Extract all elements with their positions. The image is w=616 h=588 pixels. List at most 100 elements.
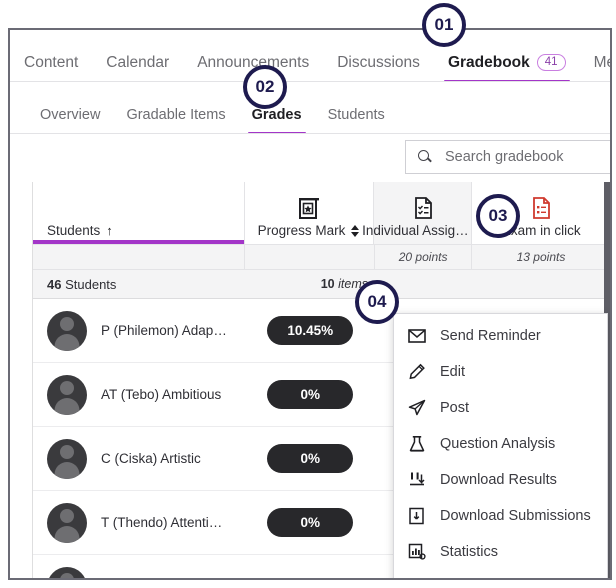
menu-item-send-reminder[interactable]: Send Reminder — [394, 318, 607, 354]
menu-item-label: Download Submissions — [440, 508, 591, 524]
menu-item-edit[interactable]: Edit — [394, 354, 607, 390]
grade-pill: 0% — [267, 508, 354, 537]
menu-item-download-submissions[interactable]: Download Submissions — [394, 498, 607, 534]
student-cell — [33, 555, 245, 578]
column-header-title: Students ↑ — [47, 223, 244, 238]
gradebook-window: Content Calendar Announcements Discussio… — [8, 28, 612, 580]
column-title-label: Individual Assig… — [362, 223, 469, 238]
column-header-progress-mark[interactable]: Progress Mark — [244, 182, 375, 244]
flask-icon — [408, 435, 426, 453]
pencil-icon — [408, 363, 426, 381]
grade-pill: 0% — [267, 380, 354, 409]
column-title-label: Students — [47, 223, 101, 238]
bookmark-star-icon — [298, 195, 320, 221]
step-badge-01: 01 — [422, 3, 466, 47]
avatar — [47, 374, 87, 415]
menu-item-question-analysis[interactable]: Question Analysis — [394, 426, 607, 462]
progress-mark-cell[interactable]: 0% — [245, 491, 375, 554]
nav-item-label: Content — [24, 54, 79, 71]
nav-item-label: Calendar — [106, 54, 170, 71]
nav-item-calendar[interactable]: Calendar — [106, 54, 169, 82]
points-cell-students — [33, 245, 246, 269]
search-input[interactable] — [443, 148, 610, 166]
column-header-students[interactable]: Students ↑ — [33, 182, 245, 244]
tab-label: Gradable Items — [126, 107, 226, 123]
points-cell-exam: 13 points — [516, 250, 566, 264]
menu-item-statistics[interactable]: Statistics — [394, 534, 607, 570]
nav-item-gradebook[interactable]: Gradebook 41 — [443, 54, 570, 84]
student-cell: T (Thendo) Attenti… — [33, 491, 245, 554]
step-badge-03: 03 — [476, 194, 520, 238]
menu-item-label: Statistics — [440, 544, 499, 560]
search-gradebook-box[interactable] — [405, 140, 610, 174]
progress-mark-cell[interactable]: 0% — [245, 427, 375, 490]
envelope-icon — [408, 327, 426, 345]
gradebook-count-badge: 41 — [536, 54, 566, 71]
active-column-underline — [33, 240, 244, 244]
search-toolbar — [10, 134, 610, 183]
avatar — [47, 502, 87, 543]
points-cell-assignment: 20 points — [375, 245, 472, 269]
nav-item-content[interactable]: Content — [24, 54, 78, 82]
tab-label: Grades — [251, 107, 302, 123]
menu-item-post[interactable]: Post — [394, 390, 607, 426]
progress-mark-cell[interactable]: 0% — [245, 363, 375, 426]
search-icon — [418, 149, 433, 165]
nav-item-messages[interactable]: Messages — [593, 54, 610, 82]
nav-item-label: Discussions — [337, 54, 420, 71]
menu-item-label: Question Analysis — [440, 436, 556, 452]
column-header-individual-assignment[interactable]: Individual Assig… — [362, 182, 483, 244]
menu-item-label: Post — [440, 400, 470, 416]
download-results-icon — [408, 471, 426, 489]
nav-item-label: Gradebook — [447, 54, 530, 71]
student-name: C (Ciska) Artistic — [101, 451, 201, 466]
tab-label: Students — [327, 107, 385, 123]
students-count-label: Students — [65, 276, 117, 292]
student-name: P (Philemon) Adap… — [101, 323, 227, 338]
menu-item-label: Download Results — [440, 472, 557, 488]
sort-ascending-icon[interactable]: ↑ — [106, 223, 113, 238]
column-context-menu: Send Reminder Edit Post Question Analysi… — [393, 313, 608, 580]
grid-summary-row: 46 Students 10 items — [33, 270, 610, 299]
student-cell: C (Ciska) Artistic — [33, 427, 245, 490]
sort-toggle-icon[interactable] — [351, 224, 360, 238]
progress-mark-cell[interactable] — [245, 555, 375, 578]
exam-icon — [531, 195, 551, 221]
nav-item-discussions[interactable]: Discussions — [337, 54, 420, 82]
students-count-summary: 46 Students — [33, 277, 248, 292]
tab-overview[interactable]: Overview — [40, 107, 100, 134]
menu-item-download-results[interactable]: Download Results — [394, 462, 607, 498]
avatar — [47, 566, 87, 578]
grid-header-row: Students ↑ Progress Mark Individual Assi… — [33, 182, 610, 244]
paper-plane-icon — [408, 399, 426, 417]
statistics-icon — [408, 543, 426, 561]
column-title-label: Progress Mark — [257, 223, 346, 238]
tab-gradable-items[interactable]: Gradable Items — [126, 107, 225, 134]
menu-item-label: Send Reminder — [440, 328, 541, 344]
student-cell: P (Philemon) Adap… — [33, 299, 245, 362]
grade-pill: 10.45% — [267, 316, 354, 345]
column-header-title: Progress Mark — [258, 223, 361, 238]
grid-points-row: 20 points 13 points — [33, 244, 610, 270]
step-badge-02: 02 — [243, 65, 287, 109]
students-count-value: 46 — [47, 276, 62, 292]
student-name: AT (Tebo) Ambitious — [101, 387, 222, 402]
nav-item-label: Messages — [593, 54, 610, 71]
assignment-icon — [413, 195, 433, 221]
menu-item-label: Edit — [440, 364, 465, 380]
row-gutter — [10, 182, 33, 578]
student-cell: AT (Tebo) Ambitious — [33, 363, 245, 426]
tab-students[interactable]: Students — [328, 107, 385, 134]
student-name: T (Thendo) Attenti… — [101, 515, 223, 530]
secondary-navigation: Overview Gradable Items Grades Students — [10, 82, 610, 136]
tab-grades[interactable]: Grades — [247, 107, 306, 136]
menu-item-delete[interactable]: Delete — [394, 570, 607, 580]
column-header-title: Individual Assig… — [362, 223, 484, 238]
avatar — [47, 438, 87, 479]
step-badge-04: 04 — [355, 280, 399, 324]
primary-navigation: Content Calendar Announcements Discussio… — [10, 30, 610, 84]
download-submissions-icon — [408, 507, 426, 525]
trash-icon — [408, 579, 426, 580]
items-count-value: 10 — [320, 277, 335, 291]
avatar — [47, 310, 87, 351]
